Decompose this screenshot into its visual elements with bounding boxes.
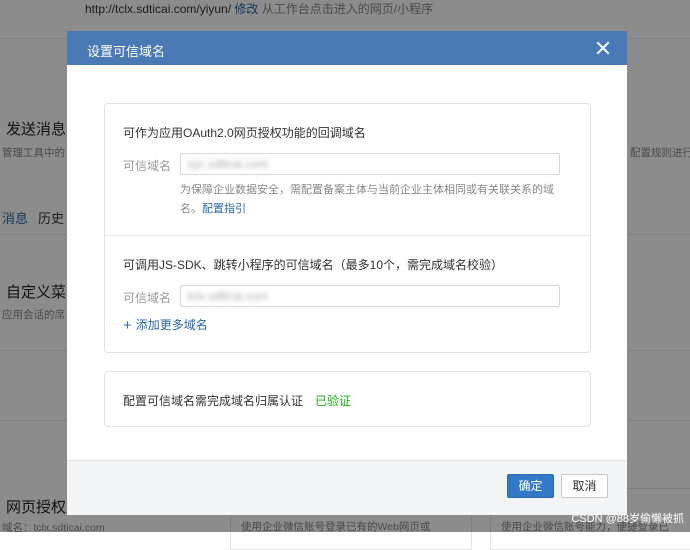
dialog-footer: 确定 取消 [67, 460, 627, 515]
oauth-domain-input[interactable]: xyc.sdticai.com [180, 153, 560, 175]
verified-status: 已验证 [315, 394, 352, 408]
oauth-domain-value: xyc.sdticai.com [187, 157, 269, 171]
oauth-hint: 为保障企业数据安全，需配置备案主体与当前企业主体相同或有关联关系的域名。配置指引 [180, 181, 565, 219]
verification-row: 配置可信域名需完成域名归属认证 已验证 [123, 392, 351, 409]
jssdk-domain-value: tclx.sdticai.com [187, 289, 269, 303]
verification-text: 配置可信域名需完成域名归属认证 [123, 394, 304, 408]
jssdk-field-label: 可信域名 [123, 291, 172, 305]
jssdk-section-title: 可调用JS-SDK、跳转小程序的可信域名（最多10个，需完成域名校验） [123, 258, 504, 272]
oauth-section-title: 可作为应用OAuth2.0网页授权功能的回调域名 [123, 126, 366, 140]
section-divider [105, 235, 590, 236]
add-more-label: 添加更多域名 [135, 318, 208, 332]
plus-icon: + [123, 317, 132, 334]
domain-config-panel: 可作为应用OAuth2.0网页授权功能的回调域名 可信域名 xyc.sdtica… [104, 103, 591, 353]
csdn-watermark: CSDN @88岁偷懒被抓 [571, 513, 684, 525]
confirm-button[interactable]: 确定 [507, 474, 554, 498]
jssdk-domain-input[interactable]: tclx.sdticai.com [180, 285, 560, 307]
oauth-field-label: 可信域名 [123, 159, 172, 173]
add-more-domains-button[interactable]: + 添加更多域名 [123, 316, 208, 334]
close-icon[interactable] [593, 38, 613, 58]
cancel-button[interactable]: 取消 [561, 474, 608, 498]
dialog-header: 设置可信域名 [67, 31, 627, 65]
verification-panel: 配置可信域名需完成域名归属认证 已验证 [104, 371, 591, 427]
trusted-domain-dialog: 设置可信域名 可作为应用OAuth2.0网页授权功能的回调域名 可信域名 xyc… [67, 31, 627, 515]
config-guide-link[interactable]: 配置指引 [202, 203, 246, 215]
dialog-title: 设置可信域名 [87, 44, 166, 59]
